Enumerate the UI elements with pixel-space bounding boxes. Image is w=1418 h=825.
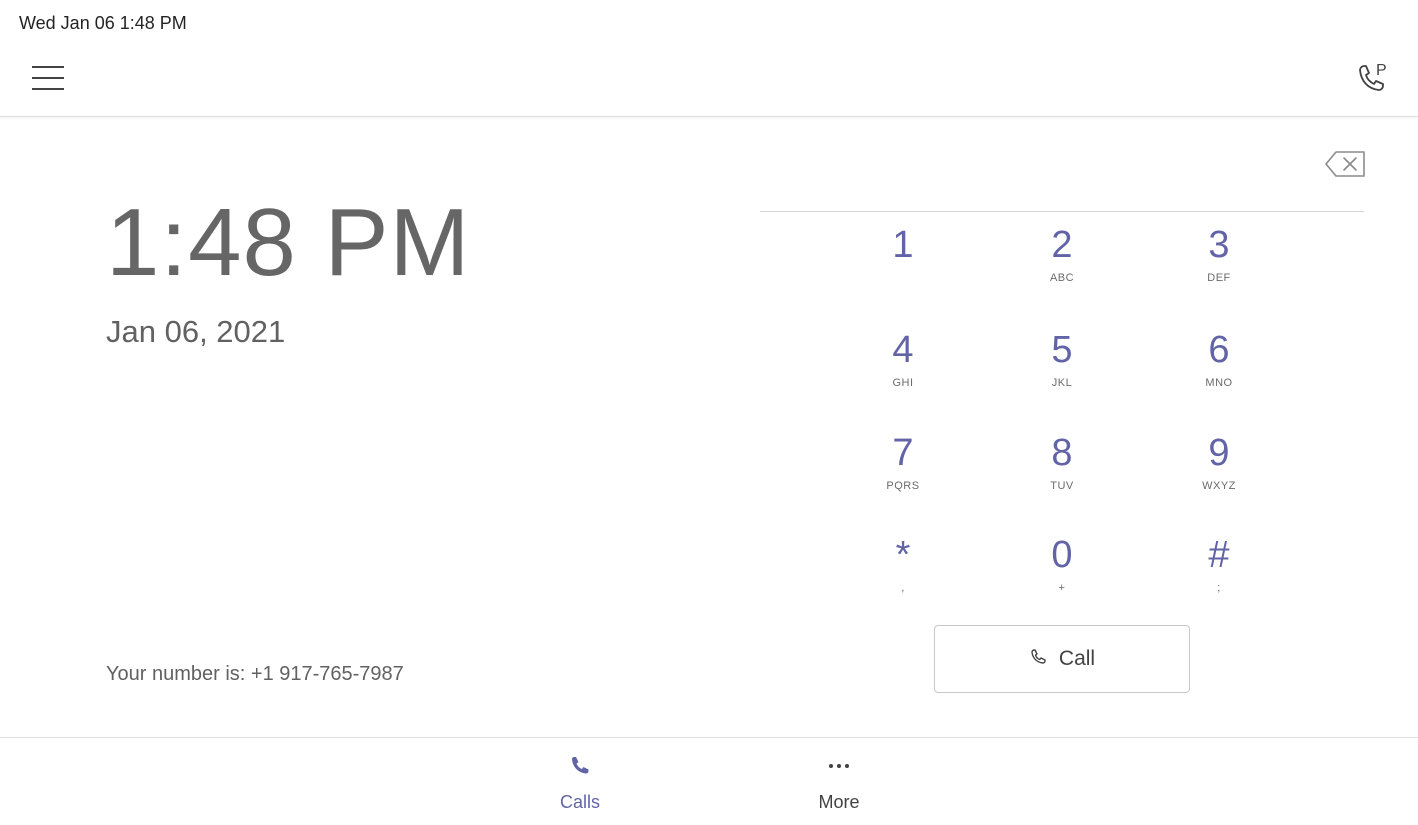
bottom-nav: Calls More — [0, 737, 1418, 825]
call-park-icon[interactable]: P — [1354, 58, 1394, 98]
phone-icon — [1029, 648, 1047, 671]
teams-phone-home-screen: Wed Jan 06 1:48 PM P 1:48 PM Jan 06, 202… — [0, 0, 1418, 825]
dialpad-key-3[interactable]: 3 DEF — [1159, 226, 1279, 322]
my-phone-number: Your number is: +1 917-765-7987 — [106, 663, 404, 685]
status-datetime: Wed Jan 06 1:48 PM — [19, 13, 187, 33]
clock-date: Jan 06, 2021 — [106, 314, 286, 349]
more-dots-icon — [827, 754, 851, 778]
dialpad-key-0[interactable]: 0 + — [1002, 536, 1122, 632]
dialpad-key-4[interactable]: 4 GHI — [843, 331, 963, 427]
call-button-label: Call — [1058, 647, 1096, 670]
dialpad-key-7[interactable]: 7 PQRS — [843, 434, 963, 530]
phone-icon — [568, 754, 592, 778]
nav-label-calls: Calls — [559, 792, 600, 812]
dialpad-key-6[interactable]: 6 MNO — [1159, 331, 1279, 427]
clock-time: 1:48 PM — [106, 189, 471, 296]
dialpad-key-9[interactable]: 9 WXYZ — [1159, 434, 1279, 530]
nav-item-calls[interactable]: Calls — [530, 738, 630, 825]
svg-text:P: P — [1376, 62, 1387, 79]
dial-input-line[interactable] — [760, 211, 1364, 212]
backspace-icon[interactable] — [1322, 148, 1368, 180]
dialpad-key-star[interactable]: * , — [843, 536, 963, 632]
nav-item-more[interactable]: More — [789, 738, 889, 825]
dialpad-key-2[interactable]: 2 ABC — [1002, 226, 1122, 322]
nav-label-more: More — [818, 792, 860, 812]
hamburger-menu-icon[interactable] — [30, 64, 66, 92]
dialpad-key-8[interactable]: 8 TUV — [1002, 434, 1122, 530]
dialpad-key-1[interactable]: 1 — [843, 226, 963, 322]
call-button[interactable]: Call — [934, 625, 1190, 693]
dialpad-key-5[interactable]: 5 JKL — [1002, 331, 1122, 427]
dialpad-key-hash[interactable]: # ; — [1159, 536, 1279, 632]
top-bar: Wed Jan 06 1:48 PM P — [0, 0, 1418, 117]
